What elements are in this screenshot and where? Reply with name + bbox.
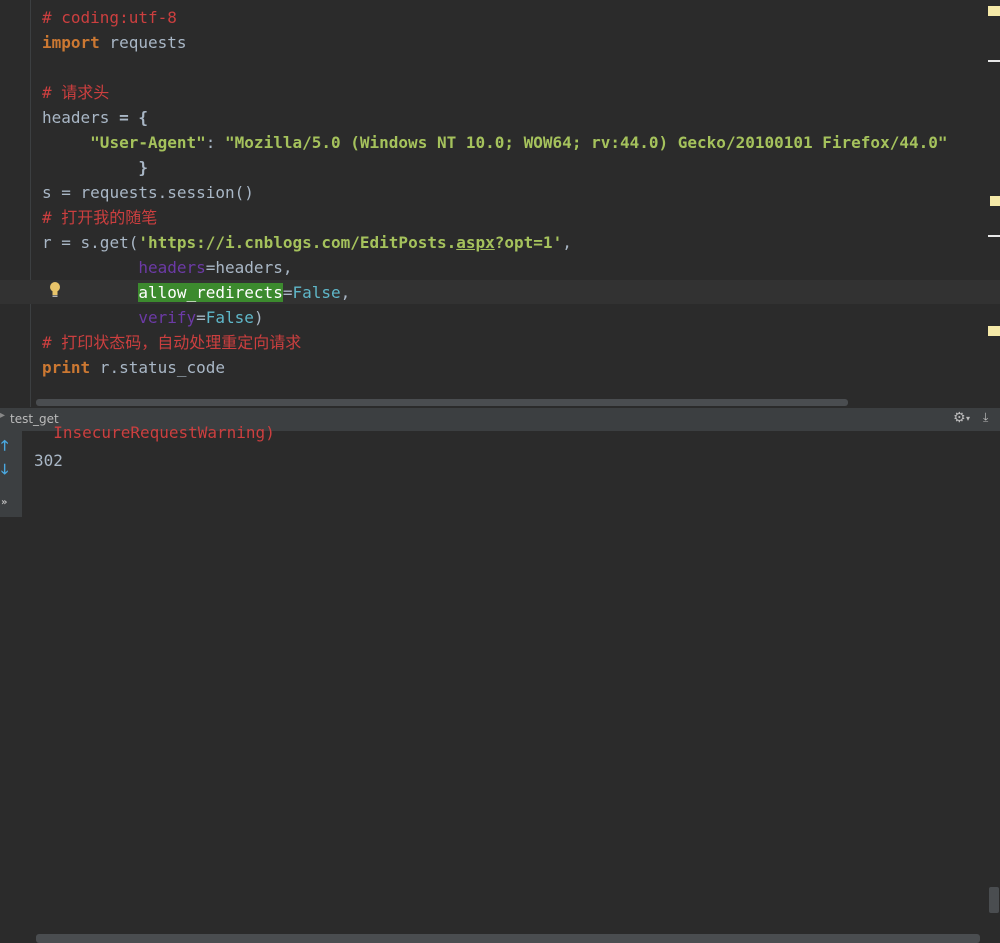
- string-literal-underlined: aspx: [456, 233, 495, 252]
- code-text: =headers,: [205, 258, 293, 277]
- gutter: [30, 0, 31, 407]
- code-text: = requests.session(): [51, 183, 254, 202]
- error-stripe-tick[interactable]: [988, 60, 1000, 62]
- console-output[interactable]: InsecureRequestWarning) 302: [0, 423, 1000, 943]
- error-stripe-tick[interactable]: [988, 235, 1000, 237]
- operator: = {: [109, 108, 148, 127]
- comment: # 请求头: [42, 83, 110, 102]
- keyword: import: [42, 33, 100, 52]
- warning-stripe-marker[interactable]: [988, 6, 1000, 16]
- comment: # 打开我的随笔: [42, 208, 158, 227]
- editor-horizontal-scrollbar[interactable]: [36, 399, 848, 406]
- code-editor[interactable]: # coding:utf-8 import requests # 请求头 hea…: [0, 0, 1000, 407]
- code-line[interactable]: s = requests.session(): [42, 180, 254, 205]
- warning-stripe-marker[interactable]: [990, 196, 1000, 206]
- identifier: headers: [42, 108, 110, 127]
- keyword-argument: headers: [138, 258, 206, 277]
- string-literal: "Mozilla/5.0 (Windows NT 10.0; WOW64; rv…: [225, 133, 948, 152]
- comment: # 打印状态码，自动处理重定向请求: [42, 333, 302, 352]
- more-icon[interactable]: »: [1, 497, 7, 508]
- module-name: requests: [99, 33, 187, 52]
- run-icon: ▸: [0, 410, 6, 421]
- closing-paren: ): [253, 308, 264, 327]
- console-output-line: 302: [34, 451, 63, 470]
- code-line[interactable]: headers=headers,: [42, 255, 292, 280]
- identifier: s: [42, 183, 52, 202]
- code-line[interactable]: verify=False): [42, 305, 264, 330]
- hide-panel-icon[interactable]: ⤓: [983, 410, 988, 425]
- code-line[interactable]: # 打印状态码，自动处理重定向请求: [42, 330, 301, 355]
- gear-icon[interactable]: ⚙: [953, 410, 966, 426]
- console-vertical-scrollbar[interactable]: [989, 887, 999, 913]
- code-line[interactable]: r = s.get('https://i.cnblogs.com/EditPos…: [42, 230, 572, 255]
- code-line[interactable]: print r.status_code: [42, 355, 225, 380]
- selected-text[interactable]: allow_redirects: [138, 283, 283, 302]
- boolean-literal: False: [292, 283, 341, 302]
- comma: ,: [340, 283, 351, 302]
- operator: :: [205, 133, 226, 152]
- arrow-down-icon[interactable]: 🡓: [1, 459, 8, 483]
- code-line[interactable]: "User-Agent": "Mozilla/5.0 (Windows NT 1…: [42, 130, 948, 155]
- code-line[interactable]: # 打开我的随笔: [42, 205, 157, 230]
- console-horizontal-scrollbar[interactable]: [36, 934, 980, 943]
- comma: ,: [562, 233, 572, 252]
- console-warning-line: InsecureRequestWarning): [34, 423, 275, 442]
- code-text: r.status_code: [90, 358, 226, 377]
- comment: # coding:utf-8: [42, 8, 177, 27]
- keyword-argument: verify: [138, 308, 197, 327]
- code-line[interactable]: }: [42, 155, 148, 180]
- code-line[interactable]: headers = {: [42, 105, 148, 130]
- string-literal: ?opt=1': [494, 233, 563, 252]
- closing-brace: }: [42, 158, 148, 177]
- identifier: r: [42, 233, 52, 252]
- boolean-literal: False: [205, 308, 254, 327]
- code-text: = s.get(: [51, 233, 139, 252]
- chevron-down-icon[interactable]: ▾: [966, 414, 970, 423]
- keyword: print: [42, 358, 91, 377]
- string-literal: "User-Agent": [90, 133, 206, 152]
- string-literal: 'https://i.cnblogs.com/EditPosts.: [138, 233, 457, 252]
- code-line[interactable]: import requests: [42, 30, 187, 55]
- arrow-up-icon[interactable]: 🡑: [1, 435, 8, 459]
- code-line[interactable]: # coding:utf-8: [42, 5, 177, 30]
- code-line-current[interactable]: allow_redirects=False,: [42, 280, 350, 305]
- warning-stripe-marker[interactable]: [988, 326, 1000, 336]
- code-line[interactable]: # 请求头: [42, 80, 109, 105]
- console-toolbar: 🡑 🡓 »: [0, 431, 22, 517]
- operator: =: [196, 308, 206, 327]
